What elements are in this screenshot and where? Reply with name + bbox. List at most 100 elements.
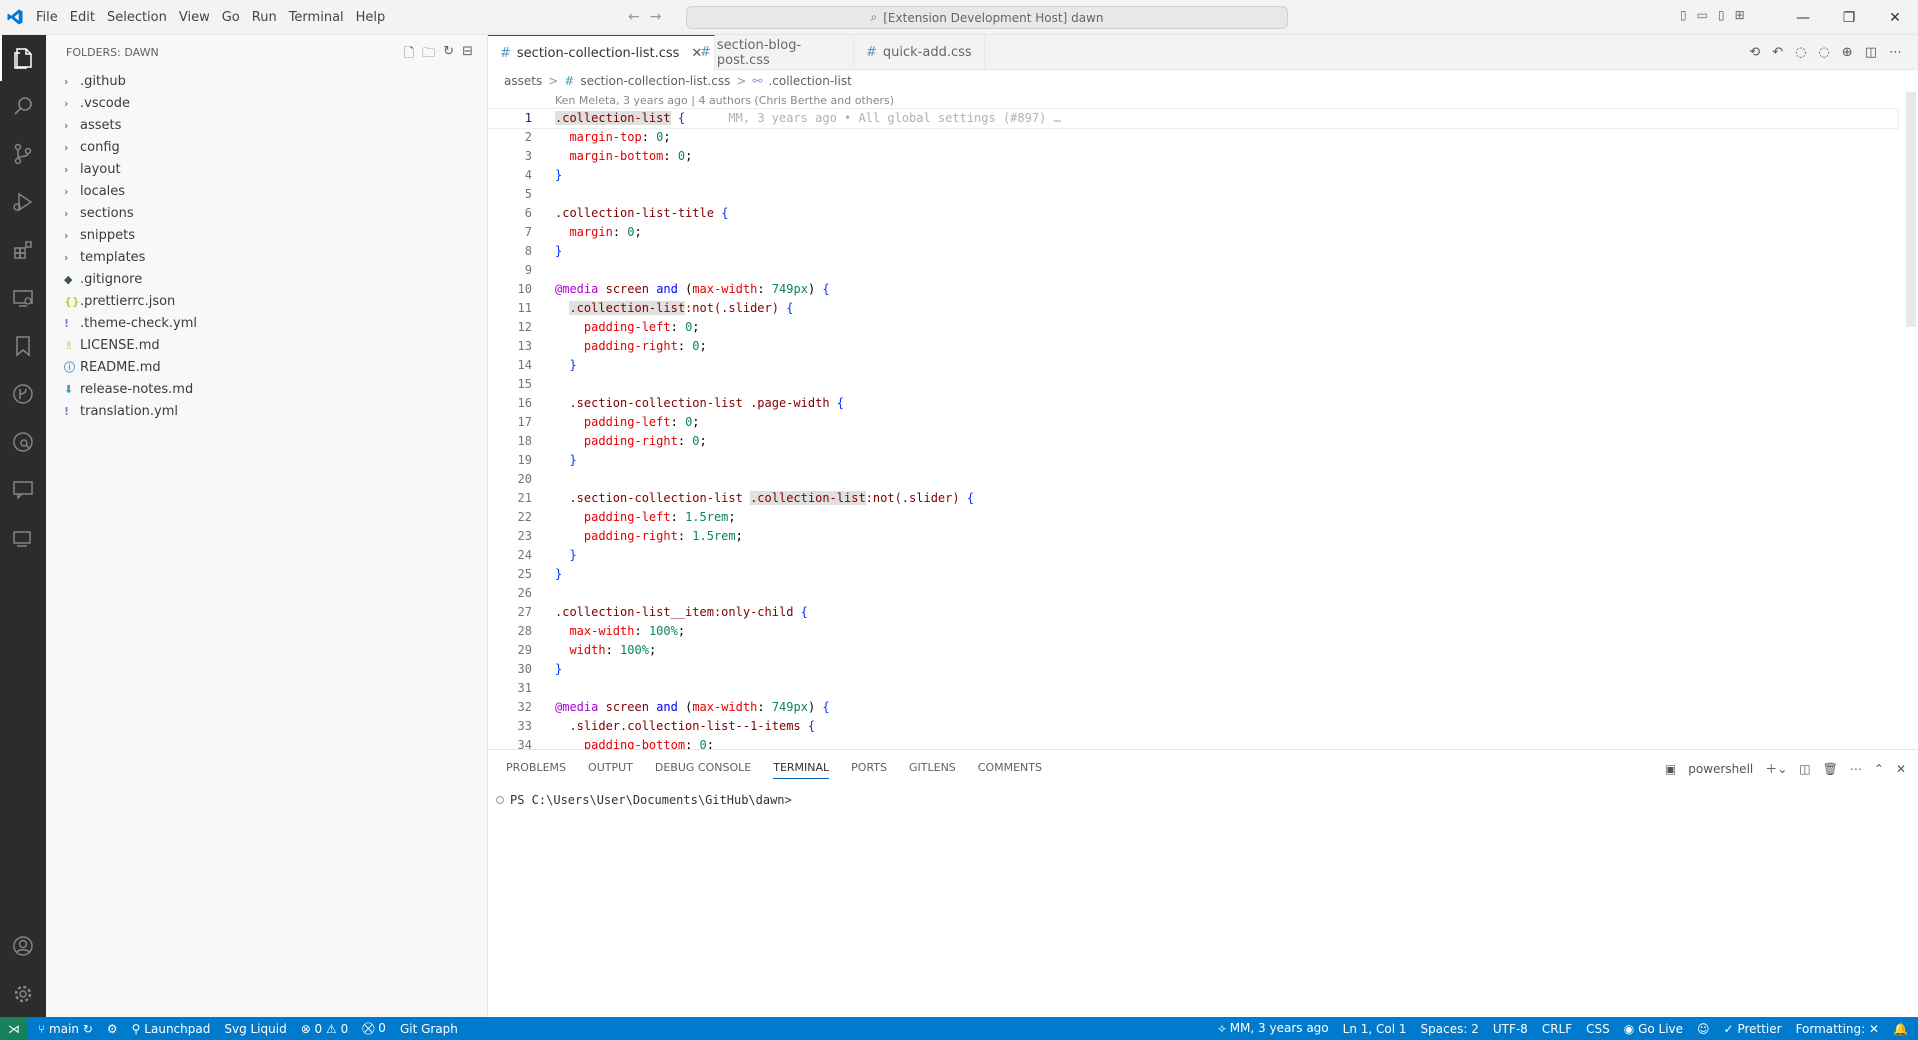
explorer-icon[interactable] [0, 35, 46, 81]
breadcrumb-file[interactable]: section-collection-list.css [580, 74, 730, 88]
menu-selection[interactable]: Selection [101, 0, 173, 35]
folder-item[interactable]: › locales [46, 180, 487, 202]
file-item[interactable]: ! .theme-check.yml [46, 312, 487, 334]
tab-comments[interactable]: COMMENTS [978, 761, 1042, 774]
extensions-icon[interactable] [0, 227, 46, 273]
breadcrumb-folder[interactable]: assets [504, 74, 542, 88]
tab-section-blog-post[interactable]: # section-blog-post.css [688, 35, 854, 70]
branch-item[interactable]: ⑂ main ↻ [38, 1022, 93, 1036]
svg-liquid-item[interactable]: Svg Liquid [224, 1022, 286, 1036]
command-center[interactable]: ⌕ [Extension Development Host] dawn [686, 6, 1288, 29]
next-change-icon[interactable]: ◌ [1818, 45, 1829, 60]
comments-icon[interactable] [0, 467, 46, 513]
gitlens-status-icon[interactable]: ⚙ [107, 1022, 118, 1036]
folder-item[interactable]: › config [46, 136, 487, 158]
tab-quick-add[interactable]: # quick-add.css [854, 35, 985, 70]
file-item[interactable]: ! translation.yml [46, 400, 487, 422]
file-item[interactable]: {} .prettierrc.json [46, 290, 487, 312]
menu-edit[interactable]: Edit [64, 0, 101, 35]
notifications-bell-icon[interactable]: 🔔 [1893, 1022, 1908, 1036]
split-editor-icon[interactable]: ◫ [1865, 45, 1877, 60]
new-terminal-icon[interactable]: ＋⌄ [1765, 760, 1787, 777]
prettier-item[interactable]: ✓ Prettier [1724, 1022, 1782, 1036]
restore-button[interactable]: ❐ [1826, 0, 1872, 35]
remote-desktop-icon[interactable] [0, 515, 46, 561]
folder-item[interactable]: › sections [46, 202, 487, 224]
kill-terminal-icon[interactable]: 🗑 [1823, 762, 1838, 776]
formatting-item[interactable]: Formatting: ✕ [1796, 1022, 1879, 1036]
ports-item[interactable]: ⛒ 0 [362, 1021, 386, 1036]
sync-icon[interactable]: ↻ [83, 1022, 93, 1036]
file-item[interactable]: ⬇ release-notes.md [46, 378, 487, 400]
bookmarks-icon[interactable] [0, 323, 46, 369]
remote-indicator-icon[interactable]: ⋊ [0, 1017, 28, 1040]
folder-item[interactable]: › templates [46, 246, 487, 268]
gitlens-compare-icon[interactable]: ⊕ [1842, 45, 1853, 60]
more-actions-icon[interactable]: ⋯ [1850, 762, 1862, 776]
folder-item[interactable]: › layout [46, 158, 487, 180]
copilot-icon[interactable]: ☺ [1697, 1022, 1710, 1036]
terminal-shell-label[interactable]: powershell [1688, 762, 1753, 776]
file-item[interactable]: ♗ LICENSE.md [46, 334, 487, 356]
gitlens-icon[interactable] [0, 371, 46, 417]
search-icon[interactable] [0, 83, 46, 129]
customize-layout-icon[interactable]: ⊞ [1735, 8, 1745, 22]
accounts-icon[interactable] [0, 923, 46, 969]
folder-item[interactable]: › .github [46, 70, 487, 92]
remote-explorer-icon[interactable] [0, 275, 46, 321]
menu-go[interactable]: Go [216, 0, 246, 35]
menu-terminal[interactable]: Terminal [283, 0, 350, 35]
menu-run[interactable]: Run [246, 0, 283, 35]
minimize-button[interactable]: — [1780, 0, 1826, 35]
close-window-button[interactable]: ✕ [1872, 0, 1918, 35]
editor-scrollbar[interactable] [1904, 92, 1918, 749]
problems-item[interactable]: ⊗ 0 ⚠ 0 [301, 1022, 349, 1036]
end-of-line[interactable]: CRLF [1542, 1022, 1572, 1036]
new-folder-icon[interactable]: 🗀 [422, 44, 435, 66]
menu-view[interactable]: View [173, 0, 216, 35]
tab-terminal[interactable]: TERMINAL [773, 761, 830, 779]
tab-section-collection-list[interactable]: # section-collection-list.css ✕ [488, 35, 716, 71]
scrollbar-thumb[interactable] [1906, 92, 1916, 327]
previous-change-icon[interactable]: ◌ [1795, 45, 1806, 60]
terminal-output[interactable]: PS C:\Users\User\Documents\GitHub\dawn> [496, 793, 792, 807]
file-item[interactable]: ◆ .gitignore [46, 268, 487, 290]
gitlens-inspect-icon[interactable] [0, 419, 46, 465]
folder-item[interactable]: › snippets [46, 224, 487, 246]
tab-output[interactable]: OUTPUT [588, 761, 633, 774]
menu-file[interactable]: File [30, 0, 64, 35]
manage-gear-icon[interactable] [0, 971, 46, 1017]
maximize-panel-icon[interactable]: ⌃ [1874, 762, 1884, 776]
encoding[interactable]: UTF-8 [1493, 1022, 1528, 1036]
timeline-icon[interactable]: ⟲ [1749, 45, 1760, 60]
menu-help[interactable]: Help [350, 0, 392, 35]
cursor-position[interactable]: Ln 1, Col 1 [1343, 1022, 1407, 1036]
close-panel-icon[interactable]: ✕ [1896, 762, 1906, 776]
more-actions-icon[interactable]: ⋯ [1889, 45, 1902, 60]
launchpad-item[interactable]: ⚲ Launchpad [132, 1022, 211, 1036]
tab-gitlens[interactable]: GITLENS [909, 761, 956, 774]
blame-status-item[interactable]: ⟡ MM, 3 years ago [1218, 1021, 1329, 1036]
source-control-icon[interactable] [0, 131, 46, 177]
tab-problems[interactable]: PROBLEMS [506, 761, 566, 774]
folder-item[interactable]: › assets [46, 114, 487, 136]
revert-icon[interactable]: ↶ [1772, 45, 1783, 60]
refresh-icon[interactable]: ↻ [443, 44, 454, 66]
forward-arrow-icon[interactable]: → [650, 9, 662, 25]
toggle-primary-sidebar-icon[interactable]: ▯ [1680, 8, 1687, 22]
indentation[interactable]: Spaces: 2 [1421, 1022, 1479, 1036]
back-arrow-icon[interactable]: ← [628, 9, 640, 25]
new-file-icon[interactable]: 🗋 [404, 44, 414, 66]
run-and-debug-icon[interactable] [0, 179, 46, 225]
split-terminal-icon[interactable]: ◫ [1799, 762, 1810, 776]
language-mode[interactable]: CSS [1586, 1022, 1610, 1036]
toggle-secondary-sidebar-icon[interactable]: ▯ [1718, 8, 1725, 22]
code-editor[interactable]: Ken Meleta, 3 years ago | 4 authors (Chr… [488, 92, 1918, 749]
collapse-all-icon[interactable]: ⊟ [462, 44, 473, 66]
tab-debug-console[interactable]: DEBUG CONSOLE [655, 761, 751, 774]
toggle-panel-icon[interactable]: ▭ [1697, 8, 1708, 22]
breadcrumb-symbol[interactable]: .collection-list [768, 74, 851, 88]
folder-item[interactable]: › .vscode [46, 92, 487, 114]
tab-ports[interactable]: PORTS [851, 761, 887, 774]
git-graph-item[interactable]: Git Graph [400, 1022, 458, 1036]
